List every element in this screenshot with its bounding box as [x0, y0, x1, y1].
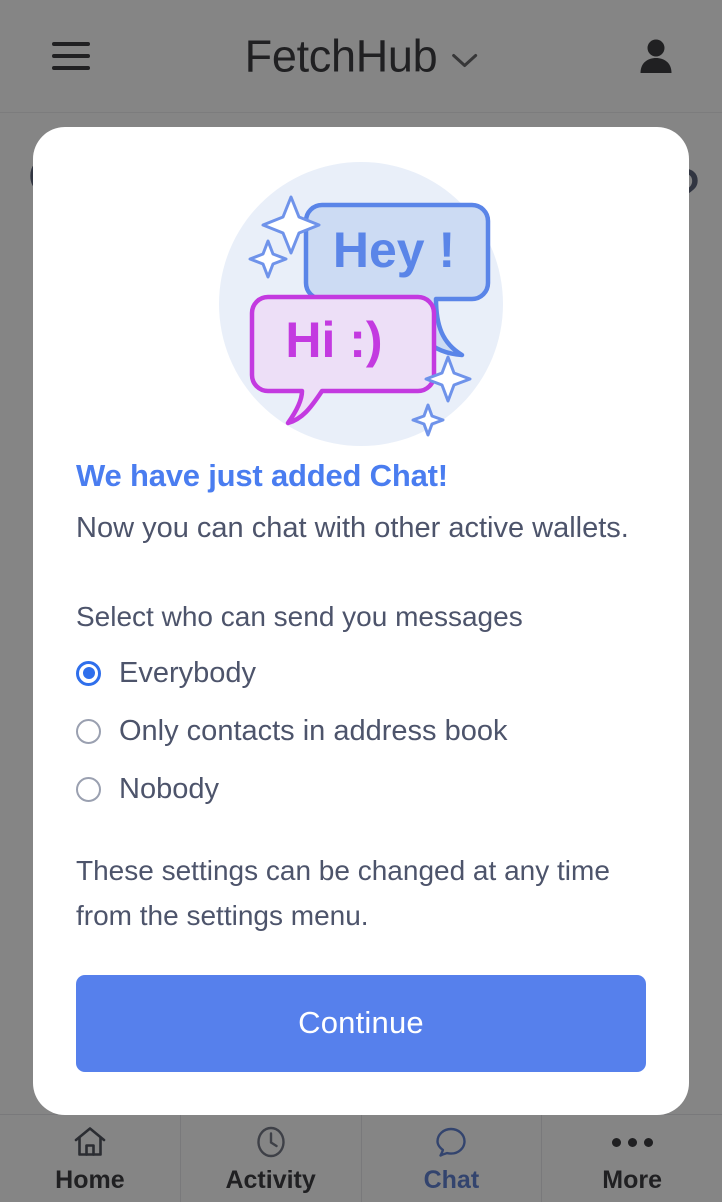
radio-indicator[interactable]: [76, 719, 101, 744]
radio-indicator[interactable]: [76, 661, 101, 686]
radio-option-contacts[interactable]: Only contacts in address book: [76, 702, 646, 760]
radio-option-nobody[interactable]: Nobody: [76, 760, 646, 818]
settings-note: These settings can be changed at any tim…: [76, 848, 646, 939]
radio-label: Only contacts in address book: [119, 717, 507, 746]
radio-label: Everybody: [119, 659, 256, 688]
continue-button[interactable]: Continue: [76, 975, 646, 1072]
modal-body: We have just added Chat! Now you can cha…: [33, 457, 689, 1072]
svg-text:Hi :): Hi :): [285, 312, 382, 368]
radio-label: Nobody: [119, 775, 219, 804]
chat-bubbles-illustration: Hey ! Hi :): [33, 127, 689, 457]
app-root: FetchHub C ?: [0, 0, 722, 1202]
chat-intro-modal: Hey ! Hi :) We have just added Chat! Now…: [33, 127, 689, 1115]
modal-subhead: Now you can chat with other active walle…: [76, 510, 646, 546]
privacy-select-label: Select who can send you messages: [76, 600, 646, 634]
modal-headline: We have just added Chat!: [76, 457, 646, 494]
radio-option-everybody[interactable]: Everybody: [76, 644, 646, 702]
privacy-radio-group: Everybody Only contacts in address book …: [76, 644, 646, 818]
radio-indicator[interactable]: [76, 777, 101, 802]
svg-text:Hey !: Hey !: [333, 222, 455, 278]
